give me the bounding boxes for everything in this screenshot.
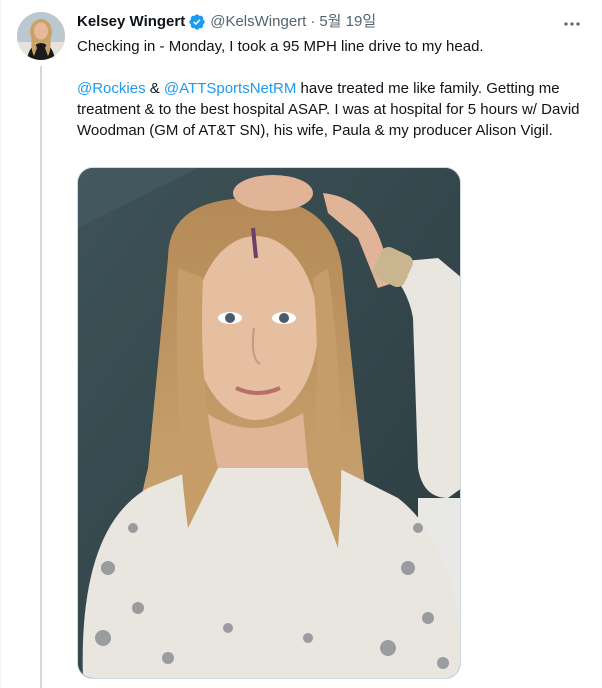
more-options-icon[interactable] xyxy=(560,12,584,36)
mention-attsportsnetrm[interactable]: @ATTSportsNetRM xyxy=(164,80,296,97)
tweet-photo[interactable] xyxy=(77,167,461,679)
avatar[interactable] xyxy=(17,12,65,60)
separator-dot: · xyxy=(310,13,316,30)
tweet-text: Checking in - Monday, I took a 95 MPH li… xyxy=(77,36,589,141)
tweet-text-line-1: Checking in - Monday, I took a 95 MPH li… xyxy=(77,38,484,55)
user-handle[interactable]: @KelsWingert xyxy=(210,12,306,32)
timestamp[interactable]: 5월 19일 xyxy=(319,12,376,32)
tweet-text-paragraph-2: @Rockies & @ATTSportsNetRM have treated … xyxy=(77,78,589,141)
display-name[interactable]: Kelsey Wingert xyxy=(77,12,185,32)
ampersand-text: & xyxy=(145,80,164,97)
thread-connector-line xyxy=(40,66,42,688)
tweet-header: Kelsey Wingert @KelsWingert · 5월 19일 xyxy=(77,12,376,32)
verified-badge-icon xyxy=(188,13,206,31)
tweet[interactable]: Kelsey Wingert @KelsWingert · 5월 19일 Che… xyxy=(0,0,602,688)
mention-rockies[interactable]: @Rockies xyxy=(77,80,146,97)
